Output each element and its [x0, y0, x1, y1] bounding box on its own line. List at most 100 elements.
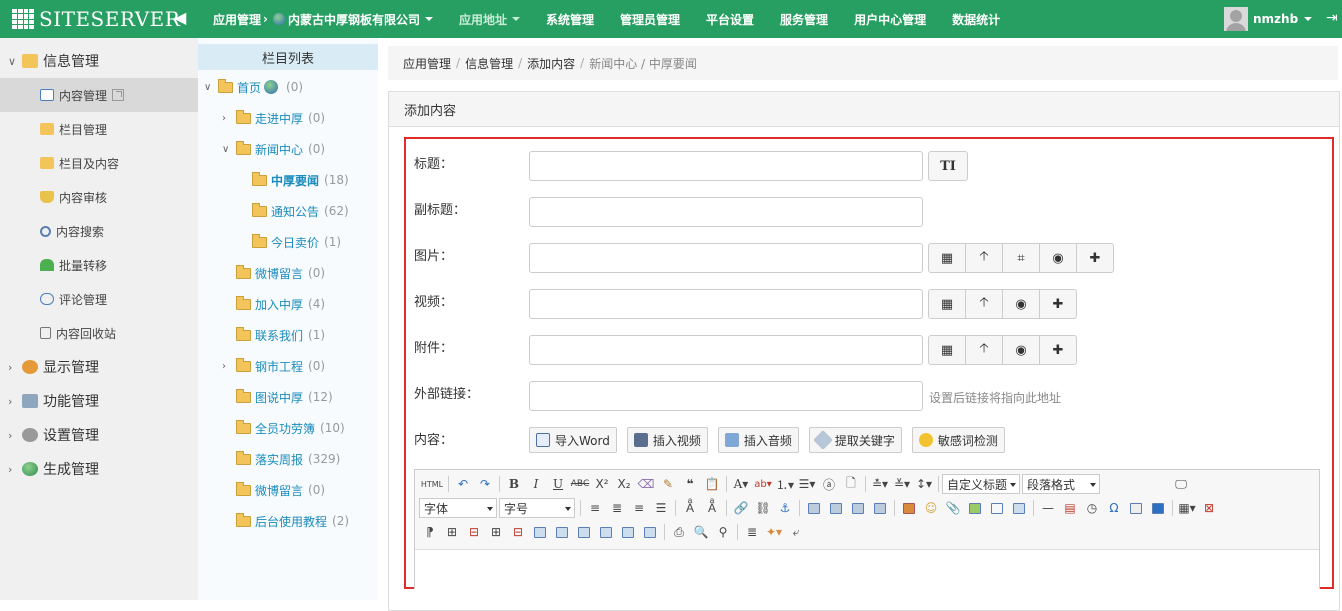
magic-wand-icon[interactable]: ✦▾	[763, 522, 785, 542]
sidebar-item-channel-and-content[interactable]: 栏目及内容	[0, 146, 198, 180]
split-rows-icon[interactable]	[617, 522, 639, 542]
extract-keywords-button[interactable]: 提取关键字	[808, 427, 902, 453]
sidebar-section-settings[interactable]: › 设置管理	[0, 418, 198, 452]
merge-down-icon[interactable]	[573, 522, 595, 542]
nav-app-address[interactable]: 应用地址	[446, 0, 533, 38]
subscript-icon[interactable]: X₂	[613, 474, 635, 494]
align-right-icon[interactable]: ≡	[628, 498, 650, 518]
font-family-select[interactable]: 字体	[419, 498, 497, 518]
time-icon[interactable]: ◷	[1081, 498, 1103, 518]
preview-icon[interactable]: 🔍	[690, 522, 712, 542]
delete-table-icon[interactable]: ⊠	[1198, 498, 1220, 518]
nav-system-management[interactable]: 系统管理	[533, 0, 607, 38]
tree-node[interactable]: 通知公告 (62)	[252, 202, 349, 220]
ordered-list-icon[interactable]: ⒈▾	[774, 474, 796, 494]
font-size-select[interactable]: 字号	[499, 498, 575, 518]
italic-icon[interactable]: I	[525, 474, 547, 494]
insert-table-icon[interactable]: ▦▾	[1176, 498, 1198, 518]
plus-icon[interactable]: ✚	[1039, 289, 1077, 319]
image-float-right-icon[interactable]	[847, 498, 869, 518]
chevron-down-icon[interactable]: ∨	[222, 144, 234, 155]
attachment-icon[interactable]: 📎	[942, 498, 964, 518]
search-replace-icon[interactable]: ⚲	[712, 522, 734, 542]
sidebar-item-channel-management[interactable]: 栏目管理	[0, 112, 198, 146]
sidebar-item-comments[interactable]: 评论管理	[0, 282, 198, 316]
underline-icon[interactable]: U	[547, 474, 569, 494]
insert-audio-button[interactable]: 插入音频	[717, 427, 799, 453]
insert-col-icon[interactable]: ⊞	[485, 522, 507, 542]
user-menu[interactable]: nmzhb	[1224, 7, 1313, 31]
tree-node[interactable]: ∨ 首页 (0)	[204, 78, 303, 96]
upload-arrow-icon[interactable]: 🡡	[965, 289, 1003, 319]
strikethrough-icon[interactable]: ABC	[569, 474, 591, 494]
chevron-right-icon[interactable]: ›	[222, 113, 234, 124]
font-color-icon[interactable]: A▾	[730, 474, 752, 494]
tree-node[interactable]: › 钢市工程 (0)	[222, 357, 325, 375]
fullscreen-icon[interactable]: 🖵	[1170, 474, 1192, 494]
chevron-right-icon[interactable]: ›	[222, 361, 234, 372]
link-icon[interactable]: 🔗	[730, 498, 752, 518]
tree-node[interactable]: 全员功劳簿 (10)	[236, 419, 345, 437]
anchor-icon[interactable]: ⚓	[774, 498, 796, 518]
breadcrumb-item[interactable]: 应用管理	[403, 55, 451, 72]
plus-icon[interactable]: ✚	[1039, 335, 1077, 365]
tree-node[interactable]: 今日卖价 (1)	[252, 233, 341, 251]
autotypeset-icon[interactable]: ≣	[741, 522, 763, 542]
unlink-icon[interactable]: ⛓	[752, 498, 774, 518]
direction-ltr-icon[interactable]: Aͣ	[679, 498, 701, 518]
tree-node[interactable]: 联系我们 (1)	[236, 326, 325, 344]
undo-icon[interactable]: ↶	[452, 474, 474, 494]
tree-node[interactable]: 加入中厚 (4)	[236, 295, 325, 313]
tree-node[interactable]: 微博留言 (0)	[236, 481, 325, 499]
breadcrumb-item[interactable]: 添加内容	[527, 55, 575, 72]
map-icon[interactable]	[964, 498, 986, 518]
paragraph-format-select[interactable]: 段落格式	[1022, 474, 1100, 494]
insert-video-button[interactable]: 插入视频	[626, 427, 708, 453]
grid-icon[interactable]: ▦	[928, 243, 966, 273]
logout-icon[interactable]: ⇥	[1326, 10, 1338, 26]
paste-text-icon[interactable]: 📋	[701, 474, 723, 494]
custom-title-select[interactable]: 自定义标题	[942, 474, 1020, 494]
external-link-input[interactable]	[529, 381, 923, 411]
merge-cells-icon[interactable]	[529, 522, 551, 542]
nav-admin-management[interactable]: 管理员管理	[607, 0, 693, 38]
unordered-list-icon[interactable]: ☰▾	[796, 474, 818, 494]
delete-row-icon[interactable]: ⊟	[463, 522, 485, 542]
blockquote-icon[interactable]: ❝	[679, 474, 701, 494]
back-arrow-icon[interactable]: ◀	[174, 8, 186, 27]
emotion-icon[interactable]: ☺	[920, 498, 942, 518]
select-all-icon[interactable]: ⓐ	[818, 474, 840, 494]
chevron-down-icon[interactable]: ∨	[204, 82, 216, 93]
print-icon[interactable]: ⎙	[668, 522, 690, 542]
nav-statistics[interactable]: 数据统计	[939, 0, 1013, 38]
sensitive-words-button[interactable]: 敏感词检测	[911, 427, 1005, 453]
split-cols-icon[interactable]	[639, 522, 661, 542]
plus-icon[interactable]: ✚	[1076, 243, 1114, 273]
sidebar-section-generate[interactable]: › 生成管理	[0, 452, 198, 486]
direction-rtl-icon[interactable]: Aͣ	[701, 498, 723, 518]
tree-node[interactable]: 图说中厚 (12)	[236, 388, 333, 406]
superscript-icon[interactable]: X²	[591, 474, 613, 494]
insert-code-icon[interactable]	[1008, 498, 1030, 518]
nav-app-management[interactable]: 应用管理 › 内蒙古中厚钢板有限公司	[200, 0, 446, 38]
upload-arrow-icon[interactable]: 🡡	[965, 335, 1003, 365]
insert-frame-icon[interactable]	[986, 498, 1008, 518]
image-center-icon[interactable]	[869, 498, 891, 518]
delete-col-icon[interactable]: ⊟	[507, 522, 529, 542]
split-cells-icon[interactable]	[595, 522, 617, 542]
format-brush-icon[interactable]: ✎	[657, 474, 679, 494]
upload-arrow-icon[interactable]: 🡡	[965, 243, 1003, 273]
title-format-button[interactable]: TI	[928, 151, 968, 181]
image-float-left-icon[interactable]	[825, 498, 847, 518]
nav-user-center[interactable]: 用户中心管理	[841, 0, 939, 38]
align-center-icon[interactable]: ≣	[606, 498, 628, 518]
video-input[interactable]	[529, 289, 923, 319]
eye-icon[interactable]: ◉	[1002, 289, 1040, 319]
clear-doc-icon[interactable]: 🗋	[840, 474, 862, 494]
sidebar-item-content-review[interactable]: 内容审核	[0, 180, 198, 214]
tree-node[interactable]: 落实周报 (329)	[236, 450, 340, 468]
external-link-icon[interactable]	[112, 89, 125, 101]
sidebar-section-display[interactable]: › 显示管理	[0, 350, 198, 384]
title-input[interactable]	[529, 151, 923, 181]
image-input[interactable]	[529, 243, 923, 273]
